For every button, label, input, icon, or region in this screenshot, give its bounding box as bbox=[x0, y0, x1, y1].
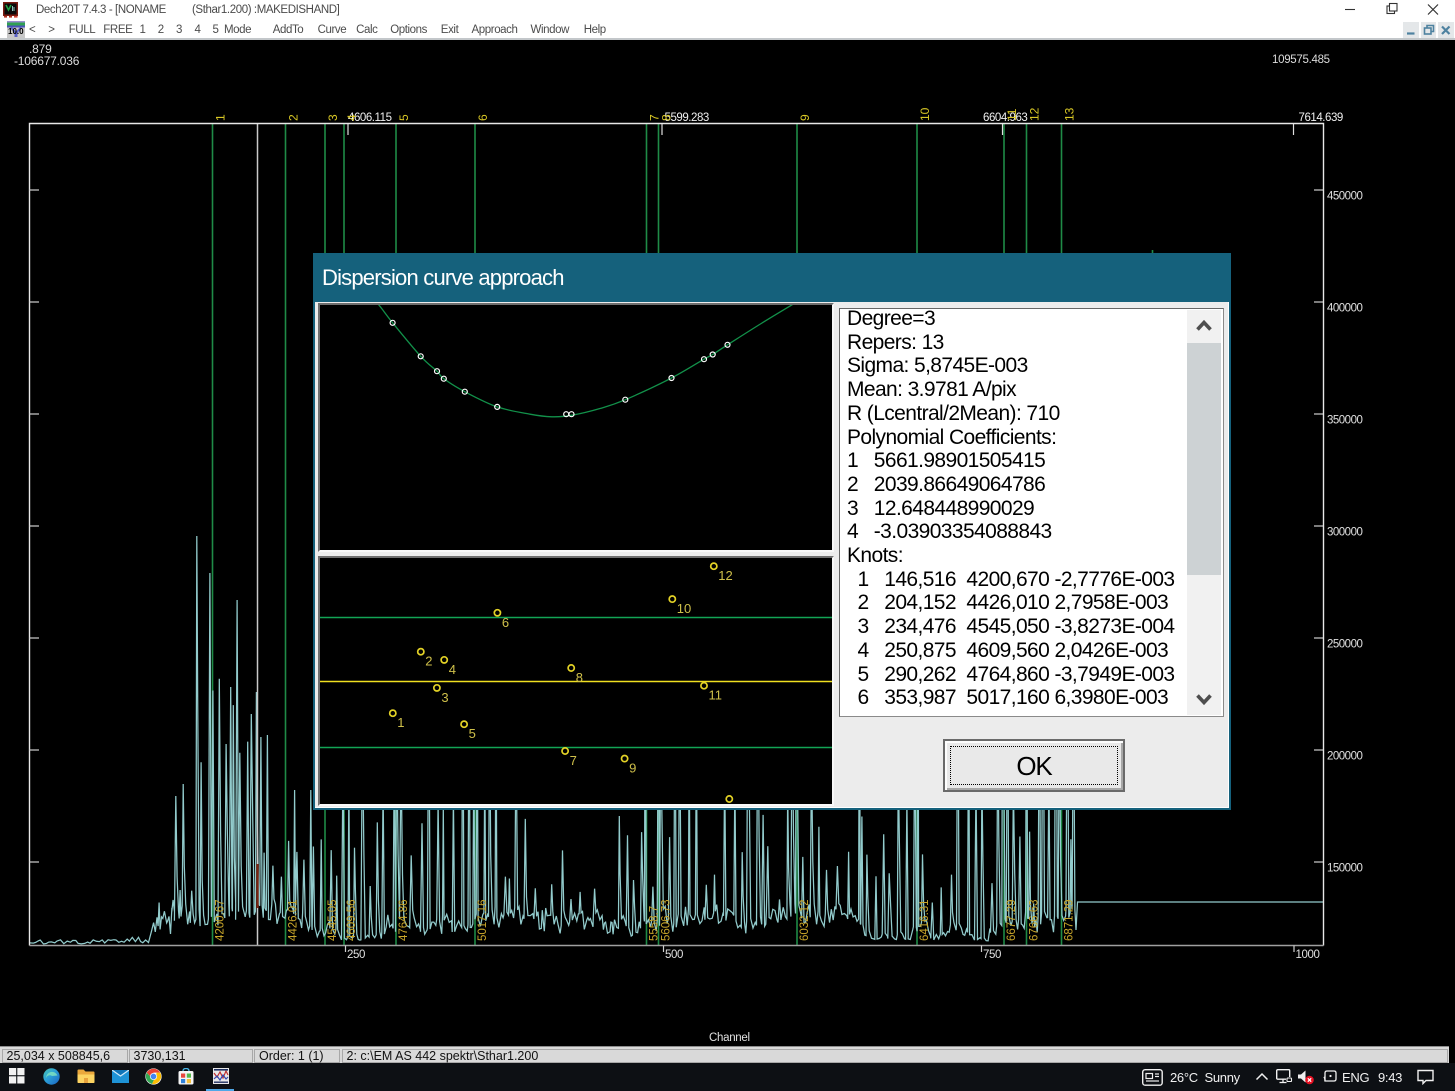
svg-text:250000: 250000 bbox=[1327, 639, 1362, 651]
svg-text:4200.67: 4200.67 bbox=[215, 899, 227, 941]
svg-text:6416.31: 6416.31 bbox=[919, 899, 931, 941]
svg-text:10: 10 bbox=[918, 107, 932, 121]
svg-text:4: 4 bbox=[449, 662, 456, 677]
svg-text:11: 11 bbox=[709, 688, 723, 703]
svg-text:9: 9 bbox=[798, 114, 812, 121]
svg-text:750: 750 bbox=[983, 949, 1001, 961]
svg-text:400000: 400000 bbox=[1327, 303, 1362, 315]
svg-text:5: 5 bbox=[469, 726, 476, 741]
svg-text:2: 2 bbox=[425, 654, 432, 669]
svg-text:4609.56: 4609.56 bbox=[346, 899, 358, 941]
svg-text:10: 10 bbox=[677, 601, 691, 616]
svg-text:2: 2 bbox=[287, 114, 301, 121]
svg-text:200000: 200000 bbox=[1327, 751, 1362, 763]
svg-text:8: 8 bbox=[576, 670, 583, 685]
svg-text:13: 13 bbox=[1063, 107, 1077, 121]
svg-text:4426.01: 4426.01 bbox=[288, 899, 300, 941]
svg-text:500: 500 bbox=[665, 949, 683, 961]
svg-text:4545.05: 4545.05 bbox=[327, 899, 339, 941]
svg-text:4764.86: 4764.86 bbox=[398, 899, 410, 941]
svg-text:109575.485: 109575.485 bbox=[1272, 54, 1330, 66]
svg-text:10.0: 10.0 bbox=[8, 27, 24, 36]
svg-text:6: 6 bbox=[476, 114, 490, 121]
svg-text:3: 3 bbox=[326, 114, 340, 121]
svg-text:1: 1 bbox=[214, 114, 228, 121]
svg-text:7614.639: 7614.639 bbox=[1299, 112, 1343, 124]
svg-text:9: 9 bbox=[629, 761, 636, 776]
svg-text:6677.29: 6677.29 bbox=[1006, 899, 1018, 941]
svg-text:1000: 1000 bbox=[1296, 949, 1320, 961]
svg-text:7: 7 bbox=[570, 753, 577, 768]
svg-text:6871.29: 6871.29 bbox=[1064, 899, 1076, 941]
svg-text:6032.12: 6032.12 bbox=[799, 899, 811, 941]
svg-text:3: 3 bbox=[441, 690, 448, 705]
svg-text:4: 4 bbox=[345, 114, 359, 121]
svg-text:150000: 150000 bbox=[1327, 863, 1362, 875]
svg-text:450000: 450000 bbox=[1327, 191, 1362, 203]
svg-text:350000: 350000 bbox=[1327, 415, 1362, 427]
svg-text:5558.7: 5558.7 bbox=[649, 906, 661, 941]
svg-text:12: 12 bbox=[718, 568, 732, 583]
svg-text:8: 8 bbox=[660, 114, 674, 121]
svg-text:6: 6 bbox=[502, 615, 509, 630]
svg-text:300000: 300000 bbox=[1327, 527, 1362, 539]
svg-text:12: 12 bbox=[1028, 107, 1042, 121]
svg-text:13: 13 bbox=[734, 801, 748, 804]
svg-text:5017.16: 5017.16 bbox=[477, 899, 489, 941]
svg-text:11: 11 bbox=[1005, 108, 1019, 121]
svg-text:250: 250 bbox=[347, 949, 365, 961]
svg-text:6766.63: 6766.63 bbox=[1029, 899, 1041, 941]
svg-text:-106677.036: -106677.036 bbox=[14, 54, 80, 68]
svg-text:1: 1 bbox=[397, 715, 404, 730]
svg-text:5606.73: 5606.73 bbox=[661, 899, 673, 941]
svg-text:Channel: Channel bbox=[709, 1032, 750, 1044]
svg-text:5: 5 bbox=[397, 114, 411, 121]
